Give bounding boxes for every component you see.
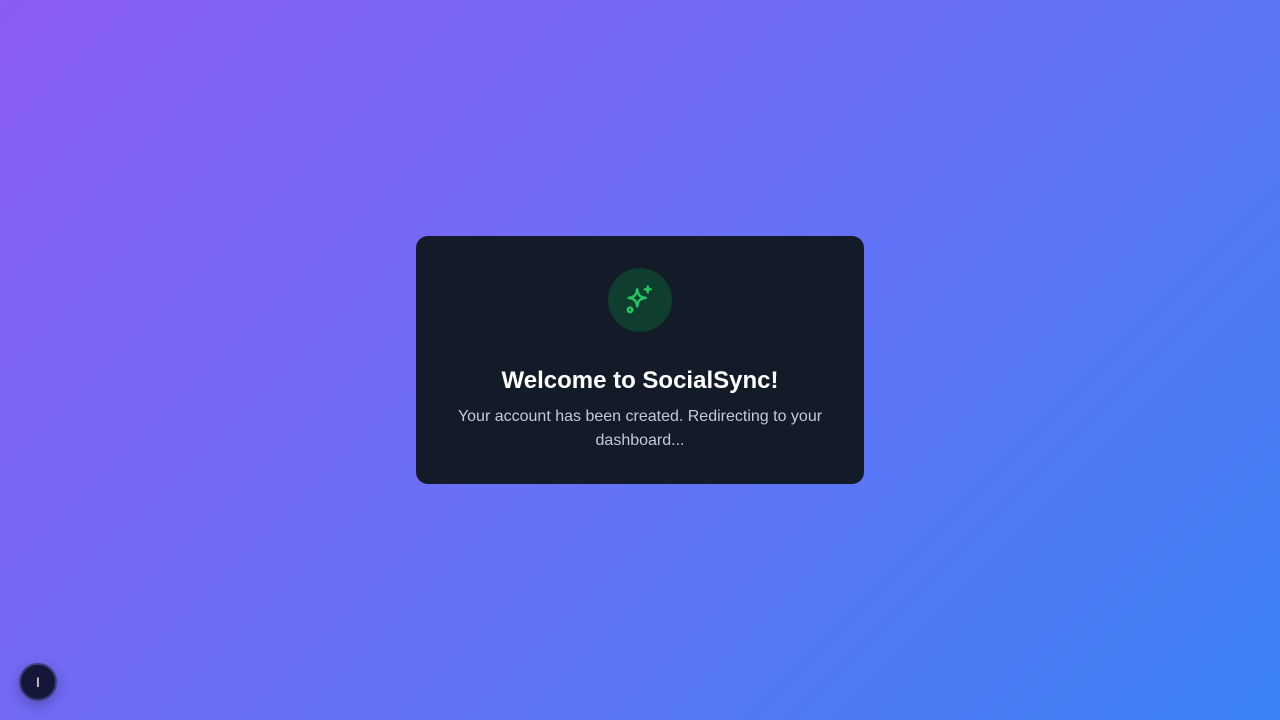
dialog-message: Your account has been created. Redirecti… (457, 408, 823, 449)
floating-button-label: I (36, 674, 40, 690)
sparkles-icon (626, 285, 652, 314)
floating-action-button[interactable]: I (19, 663, 57, 701)
success-icon-badge (608, 268, 672, 332)
welcome-dialog: Welcome to SocialSync! Your account has … (416, 236, 864, 484)
dialog-title: Welcome to SocialSync! (501, 367, 779, 394)
